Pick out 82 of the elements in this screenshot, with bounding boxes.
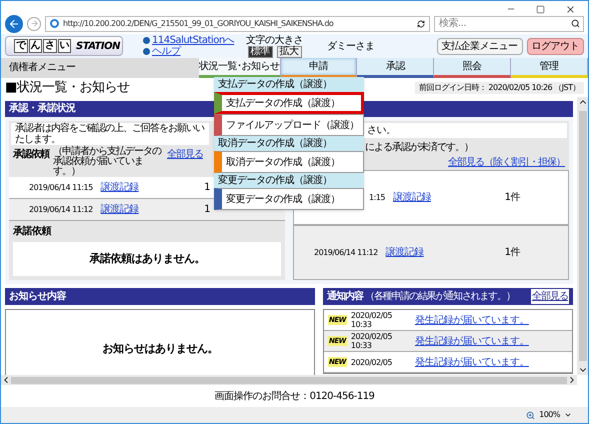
view-all-link[interactable]: 全部見る（除く割引・担保） [448, 155, 565, 170]
subsection-note: （申請者から支払データの承認依頼が届いています。） [53, 147, 162, 177]
menu-group-title: 取消データの作成（譲渡） [214, 136, 364, 151]
maximize-icon[interactable] [536, 4, 545, 14]
menu-title: 債権者メニュー [8, 60, 76, 75]
page-title: ■状況一覧・お知らせ [5, 78, 130, 97]
view-all-link[interactable]: 全部見る [167, 147, 203, 162]
logo-letter: ん [28, 39, 42, 53]
nav-tab[interactable]: 承認 [357, 58, 434, 78]
search-field[interactable]: 検索... [434, 16, 584, 32]
notification-time: 10:33 [350, 341, 372, 350]
notice-text: さい。 [367, 125, 396, 136]
bullet-icon [143, 48, 150, 55]
empty-message: 承諾依頼はありません。 [89, 250, 205, 267]
logo-letter: さ [43, 39, 56, 53]
section-title: 通知内容 [327, 289, 363, 304]
notification-link[interactable]: 発生記録が届いています。 [414, 312, 529, 328]
notification-date: 2020/02/05 [350, 358, 393, 366]
record-link[interactable]: 譲渡記録 [392, 190, 431, 205]
notification-link[interactable]: 発生記録が届いています。 [414, 334, 529, 348]
request-count: 1 [204, 203, 210, 217]
bullet-icon [143, 37, 150, 44]
record-link[interactable]: 譲渡記録 [386, 245, 424, 260]
request-date: 2019/06/14 11:12 [29, 204, 93, 216]
nav-tab[interactable]: 照会 [434, 58, 512, 78]
menu-item[interactable]: 取消データの作成（譲渡） [214, 151, 364, 173]
notification-link[interactable]: 発生記録が届いています。 [414, 354, 529, 370]
request-count: 1件 [504, 191, 520, 205]
subsection-title: 承認依頼 [13, 148, 49, 162]
request-count: 1件 [504, 246, 520, 260]
nav-tab[interactable]: 管理 [511, 58, 588, 78]
header-link[interactable]: ヘルプ [152, 46, 180, 57]
record-link[interactable]: 譲渡記録 [100, 202, 139, 217]
logo-word: STATION [76, 40, 120, 54]
user-name: ダミーさま [327, 40, 375, 54]
notice-text: 承認者は内容をご確認の上、ご回答をお願いいたします。 [11, 123, 209, 145]
back-arrow-icon [8, 18, 20, 30]
record-link[interactable]: 譲渡記録 [100, 180, 139, 195]
header-link[interactable]: 114SalutStationへ [152, 35, 234, 46]
zoom-level[interactable]: 100% [539, 409, 560, 421]
request-date: 1:15 [369, 192, 385, 204]
menu-group-title: 支払データの作成（譲渡） [214, 77, 364, 92]
request-date: 2019/06/14 11:12 [314, 246, 378, 258]
logo-letter: で [14, 39, 28, 53]
vertical-scrollbar[interactable] [577, 97, 588, 375]
url-text: http://10.200.200.2/DEN/G_215501_99_01_GORIYOU_KAISHI_SAIKENSHA.do [63, 18, 334, 30]
font-size-label: 文字の大きさ [246, 34, 304, 46]
notification-date: 2020/02/05 [350, 332, 393, 341]
subsection-title: 承諾依頼 [13, 224, 51, 239]
forward-arrow-icon [30, 19, 38, 28]
nav-tab[interactable]: 申請 [280, 58, 358, 78]
menu-button[interactable]: 支払企業メニュー [436, 38, 522, 54]
notification-date: 2020/02/05 [350, 311, 393, 320]
horizontal-scrollbar[interactable] [1, 375, 577, 385]
logo-letter: い [58, 39, 71, 53]
menu-item[interactable]: 変更データの作成（譲渡） [214, 188, 364, 210]
menu-group-title: 変更データの作成（譲渡） [214, 173, 364, 188]
footer-contact: 画面操作のお問合せ：0120-456-119 [214, 390, 374, 404]
font-size-button[interactable]: 標準 [248, 46, 273, 58]
nav-tab[interactable]: 状況一覧･お知らせ [199, 58, 280, 78]
section-header: お知らせ内容 [5, 288, 315, 305]
page-icon [50, 19, 59, 28]
address-field[interactable]: http://10.200.200.2/DEN/G_215501_99_01_GORIYOU_KAISHI_SAIKENSHA.do [45, 16, 430, 32]
font-size-button[interactable]: 拡大 [276, 46, 302, 58]
zoom-icon [526, 410, 536, 420]
refresh-icon[interactable] [417, 20, 425, 28]
close-icon[interactable] [565, 4, 576, 14]
search-icon[interactable] [571, 18, 580, 28]
menu-item[interactable]: 支払データの作成（譲渡） [214, 92, 364, 114]
subsection-note: による承認が未済です。） [365, 140, 473, 155]
view-all-link[interactable]: 全部見る [531, 289, 569, 304]
menu-item[interactable]: ファイルアップロード（譲渡） [214, 114, 364, 136]
dropdown-icon[interactable] [564, 411, 572, 419]
logout-button[interactable]: ログアウト [526, 38, 584, 54]
section-note: （各種申請の結果が通知されます。） [365, 290, 515, 304]
last-login: 前回ログイン日時： 2020/02/05 10:26 （JST） [414, 82, 584, 94]
request-count: 1 [204, 181, 210, 195]
request-date: 2019/06/14 11:15 [29, 182, 93, 194]
site-logo[interactable]: で ん さ い STATION [5, 36, 123, 56]
empty-message: お知らせはありません。 [102, 340, 218, 357]
notification-time: 10:33 [350, 320, 372, 329]
back-button[interactable] [5, 14, 23, 32]
